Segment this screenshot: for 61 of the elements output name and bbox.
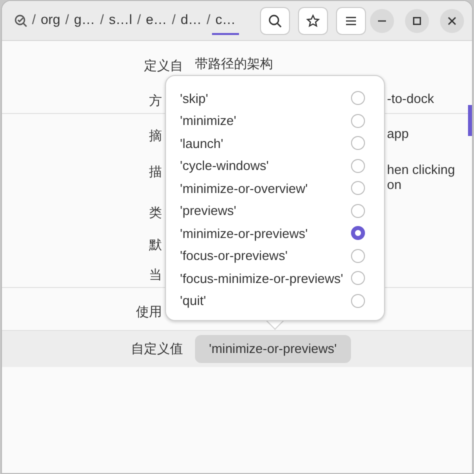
radio-button[interactable] [351,294,365,308]
path-separator: / [206,11,212,30]
close-icon [448,16,456,24]
radio-button[interactable] [351,181,365,196]
property-label: 方 [148,92,162,110]
option-label[interactable]: 'minimize' [180,111,236,130]
option-label[interactable]: 'minimize-or-overview' [180,178,308,198]
option-label[interactable]: 'focus-minimize-or-previews' [180,268,344,288]
property-value: on [387,177,402,192]
option-label[interactable]: 'cycle-windows' [180,156,269,176]
breadcrumb-item[interactable]: e… [142,10,170,31]
option-label[interactable]: 'previews' [180,201,236,220]
option-label[interactable]: 'quit' [180,291,206,310]
option-label[interactable]: 'launch' [180,134,224,153]
radio-button[interactable] [351,158,365,173]
breadcrumb-item[interactable]: g… [71,10,98,31]
breadcrumb-item[interactable]: s…l [106,10,136,31]
option-label[interactable]: 'focus-or-previews' [180,246,288,266]
path-separator: / [64,11,70,30]
option-label[interactable]: 'skip' [180,88,208,108]
property-label: 描 [148,163,162,181]
menu-button[interactable] [336,6,366,34]
path-separator: / [99,11,105,30]
value-dropdown-button[interactable]: 'minimize-or-previews' [195,335,351,363]
property-value: app [387,126,409,141]
radio-button[interactable] [351,248,365,263]
path-separator: / [170,11,177,30]
maximize-button[interactable] [405,8,429,32]
radio-button[interactable] [351,226,365,240]
property-value: -to-dock [387,91,434,106]
property-value: hen clicking [387,162,455,177]
search-button[interactable] [260,6,290,34]
property-label: 类 [148,204,162,222]
radio-button[interactable] [351,136,365,150]
maximize-icon [413,16,421,24]
minimize-icon [378,20,386,22]
menu-icon [345,16,357,26]
radio-button[interactable] [351,271,365,286]
star-icon [306,14,320,28]
minimize-button[interactable] [370,8,394,32]
search-icon[interactable] [14,14,28,28]
property-label: 自定义值 [130,340,183,358]
breadcrumb-item[interactable]: c… [212,10,239,35]
option-label[interactable]: 'minimize-or-previews' [180,224,308,243]
property-label: 使用 [135,303,162,321]
bookmark-button[interactable] [298,6,328,34]
breadcrumb-item[interactable]: org [38,10,64,31]
scrollbar[interactable] [468,105,472,136]
property-label: 摘 [148,127,162,145]
property-label: 定义自 [143,57,183,75]
property-label: 默 [148,236,162,254]
property-label: 当 [148,266,162,284]
radio-button[interactable] [351,91,365,106]
radio-button[interactable] [351,114,365,128]
search-icon [268,14,282,28]
path-separator: / [31,11,37,30]
close-button[interactable] [440,8,464,32]
radio-button[interactable] [351,204,365,218]
breadcrumb-item[interactable]: d… [178,10,205,31]
path-separator: / [136,11,142,30]
property-value: 带路径的架构 [195,56,273,71]
